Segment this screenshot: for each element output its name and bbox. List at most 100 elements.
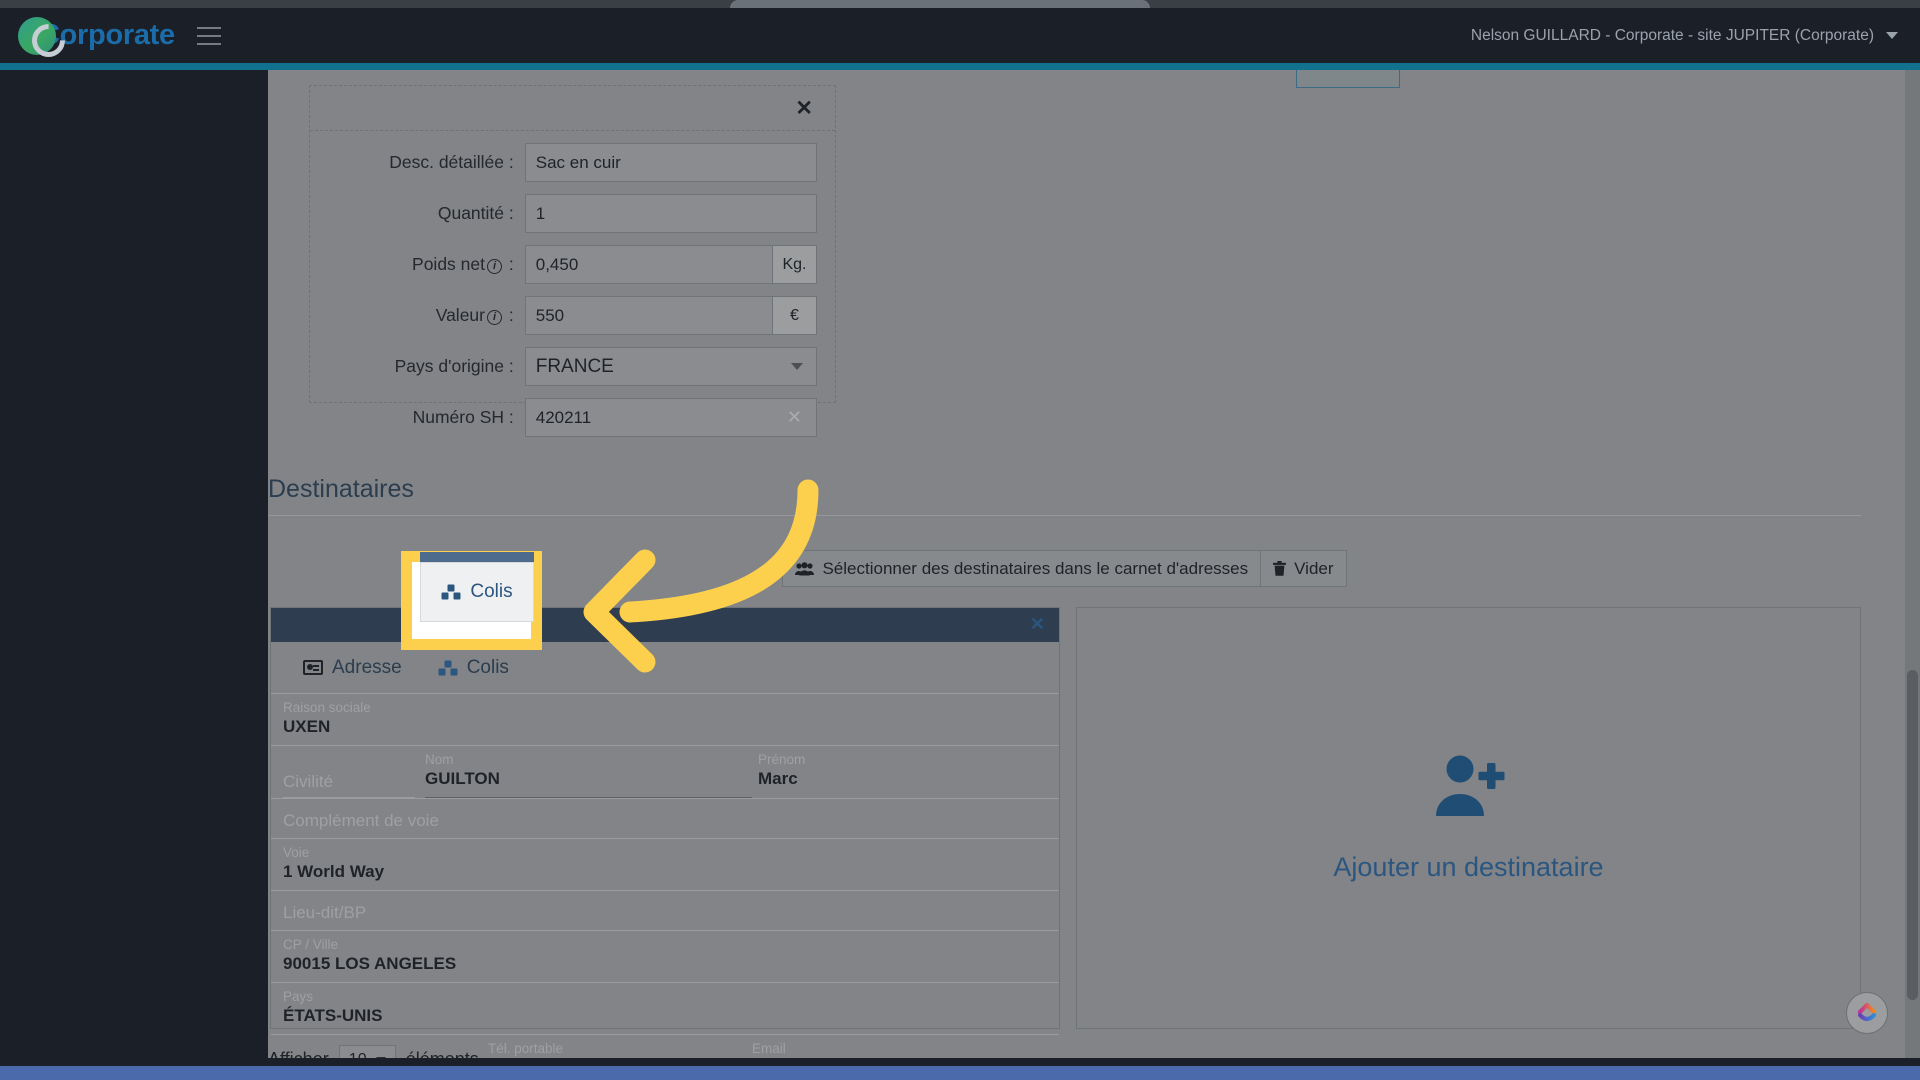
hamburger-line	[196, 42, 221, 45]
field-row-identity: Civilité Nom GUILTON Prénom Marc	[271, 746, 1059, 799]
page-length-value: 10	[349, 1051, 367, 1059]
field-value: marc.guilton125@uxen.fr	[752, 1057, 1059, 1058]
chevron-down-icon	[791, 363, 803, 370]
main-content: ✕ Desc. détaillée : Sac en cuir Quantité…	[268, 70, 1920, 1058]
form-row-hs-number: Numéro SH : 420211 ✕	[310, 398, 835, 437]
page-title: Destinataires	[268, 475, 414, 503]
pagination-prefix: Afficher	[268, 1049, 329, 1058]
page-length-select[interactable]: 10	[338, 1045, 396, 1059]
hs-number-input[interactable]: 420211	[526, 399, 787, 436]
quantity-input[interactable]: 1	[526, 195, 816, 232]
field-value: GUILTON	[425, 769, 500, 788]
field-raison-sociale[interactable]: Raison sociale UXEN	[283, 694, 1059, 745]
os-taskbar	[0, 1066, 1920, 1080]
chevron-down-icon	[1886, 32, 1898, 39]
browser-chrome-bar	[0, 0, 1920, 8]
description-input-wrap[interactable]: Sac en cuir	[524, 143, 817, 182]
field-value: 1 World Way	[283, 862, 385, 881]
field-label: Pays d'origine :	[394, 356, 514, 376]
clear-recipients-button[interactable]: Vider	[1261, 550, 1347, 587]
help-chat-icon[interactable]	[1846, 992, 1888, 1034]
pagination-suffix: éléments	[406, 1049, 479, 1058]
close-icon[interactable]: ✕	[795, 98, 813, 119]
value-input[interactable]: 550	[526, 297, 772, 334]
field-value: 90015 LOS ANGELES	[283, 954, 457, 973]
tab-adresse[interactable]: Adresse	[285, 642, 420, 693]
content-inner: ✕ Desc. détaillée : Sac en cuir Quantité…	[268, 70, 1920, 1058]
field-label: Tél. portable	[488, 1041, 564, 1056]
close-icon[interactable]: ✕	[1030, 614, 1045, 635]
form-row-origin-country: Pays d'origine : FRANCE	[310, 347, 835, 386]
boxes-icon	[438, 660, 458, 675]
users-group-icon	[795, 561, 815, 575]
net-weight-input[interactable]: 0,450	[526, 246, 772, 283]
field-row-voie: Voie 1 World Way	[271, 839, 1059, 891]
chevron-down-icon	[375, 1056, 386, 1058]
browser-tab[interactable]	[730, 0, 1150, 8]
vertical-scrollbar-thumb[interactable]	[1907, 670, 1918, 1000]
field-row-complement: Complément de voie	[271, 799, 1059, 839]
field-voie[interactable]: Voie 1 World Way	[283, 839, 1059, 890]
field-email[interactable]: Email marc.guilton125@uxen.fr	[752, 1035, 1059, 1058]
destinataires-actions: Sélectionner des destinataires dans le c…	[268, 550, 1861, 587]
hs-number-input-wrap[interactable]: 420211 ✕	[524, 398, 817, 437]
value-input-wrap[interactable]: 550 €	[524, 296, 817, 335]
add-recipient-card[interactable]: Ajouter un destinataire	[1076, 607, 1861, 1029]
net-weight-input-wrap[interactable]: 0,450 Kg.	[524, 245, 817, 284]
user-plus-icon	[1435, 755, 1504, 816]
form-row-value: Valeur i : 550 €	[310, 296, 835, 335]
form-row-quantity: Quantité : 1	[310, 194, 835, 233]
field-label: Quantité :	[437, 203, 514, 223]
weight-unit-addon: Kg.	[772, 246, 816, 283]
field-label: Numéro SH :	[412, 407, 514, 427]
circle-logo-icon	[18, 16, 56, 55]
help-logo-icon	[1857, 1002, 1877, 1022]
form-row-net-weight: Poids net i : 0,450 Kg.	[310, 245, 835, 284]
quantity-input-wrap[interactable]: 1	[524, 194, 817, 233]
button-group: Sélectionner des destinataires dans le c…	[782, 550, 1347, 587]
field-row-lieudit: Lieu-dit/BP	[271, 891, 1059, 931]
origin-country-value: FRANCE	[535, 355, 614, 377]
field-label: Valeur i :	[310, 305, 525, 326]
field-nom[interactable]: Nom GUILTON	[425, 746, 752, 798]
hamburger-line	[196, 34, 221, 37]
field-label: Civilité	[283, 772, 334, 791]
field-civilite[interactable]: Civilité	[283, 754, 415, 798]
clear-icon[interactable]: ✕	[787, 407, 802, 428]
field-label-text: Valeur	[435, 305, 485, 325]
field-pays[interactable]: Pays ÉTATS-UNIS	[283, 983, 1059, 1034]
description-input[interactable]: Sac en cuir	[526, 144, 816, 181]
partially-hidden-button[interactable]	[1296, 70, 1400, 88]
info-icon[interactable]: i	[487, 259, 502, 274]
field-label: Prénom	[758, 752, 806, 767]
tab-colis[interactable]: Colis	[420, 642, 527, 693]
field-label-text: Poids net	[412, 254, 485, 274]
field-label: Complément de voie	[283, 811, 439, 830]
field-label: Raison sociale	[283, 700, 371, 715]
field-label: Pays	[283, 989, 314, 1004]
brand[interactable]: Corporate	[18, 16, 175, 55]
field-cp-ville[interactable]: CP / Ville 90015 LOS ANGELES	[283, 931, 1059, 982]
field-complement-voie[interactable]: Complément de voie	[283, 799, 1059, 838]
sidebar	[0, 70, 268, 1058]
origin-country-select[interactable]: FRANCE	[524, 347, 817, 386]
field-label: Lieu-dit/BP	[283, 903, 367, 922]
field-label: Poids net i :	[310, 254, 525, 275]
hamburger-menu-icon[interactable]	[196, 26, 221, 45]
hamburger-line	[196, 26, 221, 29]
add-recipient-label: Ajouter un destinataire	[1333, 851, 1604, 882]
select-recipients-button[interactable]: Sélectionner des destinataires dans le c…	[782, 550, 1262, 587]
field-prenom[interactable]: Prénom Marc	[758, 746, 1059, 798]
field-label: Nom	[425, 752, 454, 767]
field-label: Email	[752, 1041, 786, 1056]
id-card-icon	[303, 660, 323, 675]
recipient-card-tabs: Adresse Colis	[271, 642, 1059, 694]
field-lieudit[interactable]: Lieu-dit/BP	[283, 891, 1059, 930]
field-label-colon: :	[504, 305, 514, 325]
header-accent-bar	[0, 63, 1920, 70]
vertical-scrollbar-track[interactable]	[1905, 70, 1920, 1058]
field-tel-portable[interactable]: Tél. portable 0685965685	[488, 1035, 742, 1058]
user-menu[interactable]: Nelson GUILLARD - Corporate - site JUPIT…	[1471, 27, 1898, 45]
info-icon[interactable]: i	[487, 310, 502, 325]
field-label: CP / Ville	[283, 937, 339, 952]
